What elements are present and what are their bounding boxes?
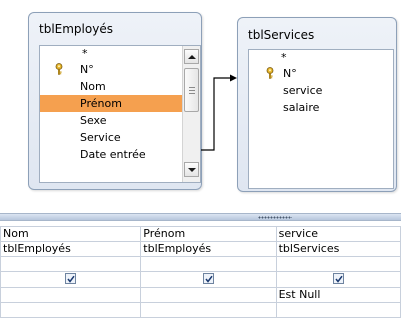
grid-cell-field[interactable]: Nom	[0, 226, 142, 242]
field-item[interactable]: *	[249, 50, 393, 65]
query-design-canvas: tblEmployés * N° Nom Prénom Sexe Service…	[0, 0, 401, 213]
field-item-key[interactable]: N°	[40, 61, 200, 78]
pane-splitter[interactable]	[0, 213, 401, 221]
field-item-selected[interactable]: Prénom	[40, 95, 200, 112]
grid-cell-sort[interactable]	[140, 256, 277, 272]
grid-cell-or[interactable]	[275, 302, 401, 318]
grid-cell-show	[140, 271, 277, 288]
field-list-scrollbar[interactable]	[182, 46, 200, 182]
field-item[interactable]: Date entrée	[40, 146, 200, 163]
grid-row-table: tblEmployés tblEmployés tblServices	[0, 241, 401, 257]
splitter-grip[interactable]	[258, 216, 292, 219]
field-label: N°	[283, 67, 297, 80]
show-checkbox[interactable]	[202, 273, 214, 284]
scroll-down-button[interactable]	[184, 162, 199, 177]
field-item[interactable]: service	[249, 82, 393, 99]
grid-cell-criteria[interactable]: Est Null	[275, 287, 401, 303]
show-checkbox[interactable]	[332, 273, 344, 284]
grid-row-show	[0, 271, 401, 288]
show-checkbox[interactable]	[65, 273, 77, 284]
join-arrow-icon	[230, 74, 237, 82]
scroll-up-button[interactable]	[184, 49, 199, 64]
checkmark-icon	[67, 275, 75, 283]
grid-row-field: Nom Prénom service	[0, 226, 401, 242]
scroll-down-arrow-icon	[188, 168, 196, 172]
field-item[interactable]: Nom	[40, 78, 200, 95]
grid-row-criteria: Est Null	[0, 287, 401, 303]
table-title-services: tblServices	[248, 28, 315, 42]
checkmark-icon	[205, 275, 213, 283]
table-window-services[interactable]: tblServices * N° service salaire	[237, 17, 397, 192]
grid-cell-criteria[interactable]	[0, 287, 142, 303]
field-item[interactable]: *	[40, 46, 200, 61]
key-icon	[266, 67, 274, 79]
grid-cell-table[interactable]: tblEmployés	[140, 241, 277, 257]
checkmark-icon	[335, 275, 343, 283]
grid-cell-field[interactable]: service	[275, 226, 401, 242]
grid-cell-sort[interactable]	[275, 256, 401, 272]
qbe-grid: Nom Prénom service tblEmployés tblEmploy…	[0, 221, 401, 318]
join-line-path	[201, 77, 230, 151]
field-item[interactable]: salaire	[249, 99, 393, 116]
grid-cell-or[interactable]	[0, 302, 142, 318]
query-design-grid: Nom Prénom service tblEmployés tblEmploy…	[0, 221, 401, 331]
field-label: N°	[80, 63, 94, 76]
table-window-employes[interactable]: tblEmployés * N° Nom Prénom Sexe Service…	[28, 12, 202, 190]
scroll-thumb[interactable]	[184, 68, 199, 112]
field-list-services[interactable]: * N° service salaire	[248, 49, 394, 189]
grid-cell-sort[interactable]	[0, 256, 142, 272]
field-item[interactable]: Service	[40, 129, 200, 146]
key-icon	[55, 63, 63, 75]
field-list-employes[interactable]: * N° Nom Prénom Sexe Service Date entrée	[39, 45, 201, 183]
grid-cell-criteria[interactable]	[140, 287, 277, 303]
grid-row-or	[0, 302, 401, 318]
grid-row-sort	[0, 256, 401, 272]
grid-cell-table[interactable]: tblServices	[275, 241, 401, 257]
grid-cell-table[interactable]: tblEmployés	[0, 241, 142, 257]
field-item[interactable]: Sexe	[40, 112, 200, 129]
table-title-employes: tblEmployés	[39, 22, 113, 36]
grid-cell-or[interactable]	[140, 302, 277, 318]
scroll-up-arrow-icon	[188, 55, 196, 59]
field-item-key[interactable]: N°	[249, 65, 393, 82]
grid-cell-field[interactable]: Prénom	[140, 226, 277, 242]
grid-cell-show	[275, 271, 401, 288]
grid-cell-show	[0, 271, 142, 288]
